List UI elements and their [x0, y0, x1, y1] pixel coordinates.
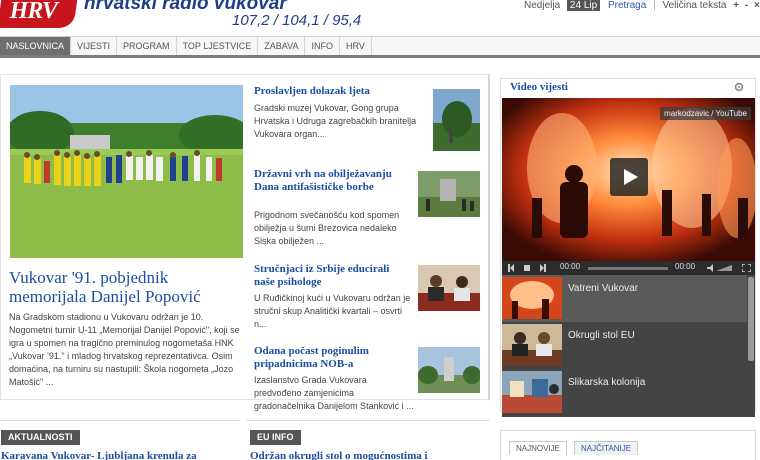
news-headline[interactable]: Državni vrh na obilježavanju Dana antifa… — [254, 168, 404, 194]
tools-separator: | — [653, 0, 656, 11]
play-button[interactable] — [610, 158, 648, 196]
news-headline[interactable]: Proslavljen dolazak ljeta — [254, 85, 422, 98]
news-headline[interactable]: Stručnjaci iz Srbije educirali naše psih… — [254, 263, 412, 289]
featured-headline[interactable]: Vukovar '91. pobjednik memorijala Danije… — [9, 268, 245, 306]
nav-item-zabava[interactable]: ZABAVA — [258, 37, 306, 55]
news-content: Vukovar '91. pobjednik memorijala Danije… — [0, 74, 490, 411]
news-thumbnail[interactable] — [418, 171, 480, 217]
playlist-item[interactable]: Vatreni Vukovar — [502, 275, 747, 322]
nav-item-hrv[interactable]: HRV — [340, 37, 372, 55]
nav-item-vijesti[interactable]: VIJESTI — [71, 37, 118, 55]
volume-icon[interactable] — [707, 264, 733, 272]
nav-item-top-ljestvice[interactable]: TOP LJESTVICE — [177, 37, 259, 55]
time-total: 00:00 — [675, 262, 696, 271]
news-thumbnail[interactable] — [433, 89, 480, 151]
section-link-eu-info[interactable]: Održan okrugli stol o mogućnostima i — [250, 450, 428, 460]
playlist-scrollbar[interactable] — [748, 277, 754, 361]
playlist-item-title: Slikarska kolonija — [568, 377, 646, 388]
rewind-icon[interactable] — [507, 264, 515, 272]
tab-najnovije[interactable]: NAJNOVIJE — [509, 441, 568, 455]
gear-icon[interactable] — [733, 82, 745, 92]
football-team-illustration — [10, 85, 243, 258]
search-link[interactable]: Pretraga — [608, 0, 646, 11]
playlist-thumbnail — [502, 371, 562, 413]
font-increase-button[interactable]: + — [733, 0, 739, 11]
stop-icon[interactable] — [523, 264, 531, 272]
playlist-thumbnail — [502, 277, 562, 319]
flare-thumbnail-illustration — [502, 277, 562, 319]
news-item: Odana počast poginulim pripadnicima NOB-… — [254, 345, 482, 411]
tab-najcitanije[interactable]: NAJČITANIJE — [574, 441, 639, 455]
main-nav: NASLOVNICA VIJESTI PROGRAM TOP LJESTVICE… — [0, 36, 760, 58]
playlist-item-title: Okrugli stol EU — [568, 330, 635, 341]
featured-summary: Na Gradskom stadionu u Vukovaru održan j… — [9, 312, 240, 387]
latest-tabs: NAJNOVIJE NAJČITANIJE — [500, 430, 756, 460]
video-player[interactable]: markodzavic / YouTube — [502, 98, 755, 261]
memorial-photo-illustration — [418, 347, 480, 393]
playlist-item[interactable]: Slikarska kolonija — [502, 369, 747, 416]
section-link-aktualnosti[interactable]: Karavana Vukovar- Ljubljana krenula za — [1, 450, 197, 460]
news-headline[interactable]: Odana počast poginulim pripadnicima NOB-… — [254, 345, 412, 371]
site-logo[interactable]: HRV — [0, 0, 79, 28]
art-colony-thumbnail-illustration — [502, 371, 562, 413]
font-size-label: Veličina teksta — [662, 0, 727, 11]
news-item: Državni vrh na obilježavanju Dana antifa… — [254, 168, 482, 248]
play-icon — [624, 169, 638, 185]
font-decrease-button[interactable]: - — [745, 0, 748, 11]
playlist-item[interactable]: Okrugli stol EU — [502, 322, 747, 369]
featured-photo[interactable] — [10, 85, 243, 258]
video-credit[interactable]: markodzavic / YouTube — [660, 107, 751, 120]
section-label-eu-info[interactable]: EU INFO — [250, 430, 301, 445]
playlist-item-title: Vatreni Vukovar — [568, 283, 639, 294]
news-summary: Prigodnom svečanošću kod spomen obilježj… — [254, 210, 400, 246]
news-summary: Izaslanstvo Grada Vukovara predvođeno za… — [254, 375, 414, 411]
section-label-aktualnosti[interactable]: AKTUALNOSTI — [1, 430, 80, 445]
news-item: Proslavljen dolazak ljeta Gradski muzej … — [254, 85, 482, 155]
news-summary: U Ruđičkinoj kući u Vukovaru održan je s… — [254, 293, 411, 329]
forward-icon[interactable] — [539, 264, 547, 272]
font-reset-button[interactable]: × — [754, 0, 760, 11]
video-playlist: Vatreni Vukovar Okrugli stol EU Slikarsk… — [502, 275, 755, 417]
news-summary: Gradski muzej Vukovar, Gong grupa Hrvats… — [254, 103, 417, 139]
news-item: Stručnjaci iz Srbije educirali naše psih… — [254, 263, 482, 333]
current-date-badge: 24 Lip — [566, 0, 601, 11]
ceremony-photo-illustration — [418, 171, 480, 217]
station-frequencies: 107,2 / 104,1 / 95,4 — [232, 12, 362, 29]
fullscreen-icon[interactable] — [742, 264, 751, 272]
nav-item-naslovnica[interactable]: NASLOVNICA — [0, 37, 72, 55]
seminar-photo-illustration — [418, 265, 480, 311]
seek-bar[interactable] — [588, 267, 668, 270]
monument-photo-illustration — [433, 89, 480, 151]
site-header: HRV hrvatski radio vukovar 107,2 / 104,1… — [0, 0, 760, 36]
news-thumbnail[interactable] — [418, 265, 480, 311]
video-news-panel: Video vijesti markodzavic / YouTube 00:0… — [500, 78, 756, 417]
top-tools: Nedjelja 24 Lip Pretraga | Veličina teks… — [524, 0, 760, 12]
roundtable-thumbnail-illustration — [502, 324, 562, 366]
video-news-heading: Video vijesti — [510, 81, 568, 93]
logo-text: HRV — [9, 0, 57, 24]
video-controls: 00:00 00:00 — [502, 261, 755, 275]
playlist-thumbnail — [502, 324, 562, 366]
nav-item-info[interactable]: INFO — [305, 37, 340, 55]
news-thumbnail[interactable] — [418, 347, 480, 393]
nav-item-program[interactable]: PROGRAM — [117, 37, 177, 55]
current-day: Nedjelja — [524, 0, 561, 11]
time-current: 00:00 — [560, 262, 581, 271]
